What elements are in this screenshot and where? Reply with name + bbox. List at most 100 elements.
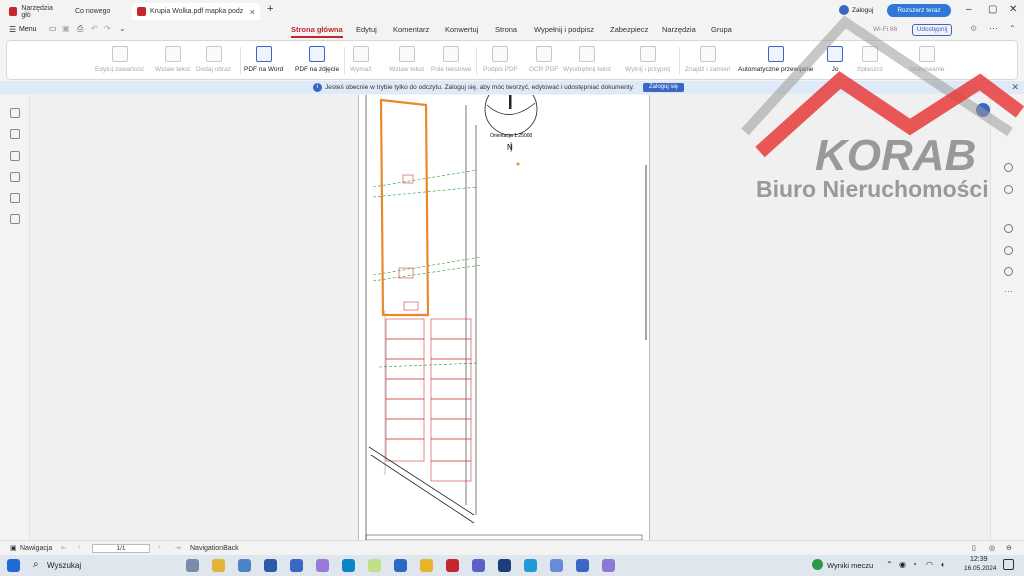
store-icon[interactable] xyxy=(264,559,277,572)
zoom-out-icon[interactable]: ⊖ xyxy=(1006,544,1012,552)
new-tab-icon[interactable]: + xyxy=(267,3,273,15)
flatten-button[interactable]: Spłaszcz xyxy=(857,46,883,73)
taskbar-search[interactable]: Wyszukaj xyxy=(47,561,81,570)
tray-chevron-icon[interactable]: ⌃ xyxy=(886,560,893,569)
tab-whats-new[interactable]: Co nowego xyxy=(70,3,130,20)
app-icon-2[interactable] xyxy=(238,559,251,572)
properties-icon[interactable] xyxy=(1004,185,1013,194)
extract-text-button[interactable]: Wyodrębnij tekst xyxy=(563,46,611,73)
erase-button[interactable]: Wymaż xyxy=(350,46,372,73)
last-page-icon[interactable]: ⇥ xyxy=(175,544,181,552)
settings-icon[interactable]: ⚙ xyxy=(970,24,977,33)
navigation-back[interactable]: NavigationBack xyxy=(190,545,239,552)
help-icon[interactable] xyxy=(1004,246,1013,255)
text-box-button[interactable]: Pole tekstowe xyxy=(431,46,471,73)
avatar[interactable] xyxy=(839,5,849,15)
tab-comment[interactable]: Komentarz xyxy=(393,25,429,34)
zoom-icon[interactable] xyxy=(1004,224,1013,233)
page-number-input[interactable]: 1/1 xyxy=(92,544,150,553)
skype-icon[interactable] xyxy=(524,559,537,572)
insert-text-2-button[interactable]: Wstaw tekst xyxy=(389,46,424,73)
app-icon-5[interactable] xyxy=(316,559,329,572)
network-icon[interactable]: ◔ xyxy=(912,560,917,569)
clock-date[interactable]: 16.05.2024 xyxy=(964,565,997,572)
weather-widget[interactable]: Wyniki meczu xyxy=(827,561,873,570)
more-icon[interactable]: ⋯ xyxy=(989,23,998,34)
login-link[interactable]: Zaloguj xyxy=(852,7,873,14)
tab-protect[interactable]: Zabezpiecz xyxy=(610,25,648,34)
hamburger-icon[interactable]: ☰ xyxy=(9,25,16,34)
close-window-icon[interactable]: ✕ xyxy=(1009,4,1017,15)
app-icon-12[interactable] xyxy=(498,559,511,572)
tab-group[interactable]: Grupa xyxy=(711,25,732,34)
redo-icon[interactable]: ↷ xyxy=(104,24,111,33)
app-icon-14[interactable] xyxy=(550,559,563,572)
chevron-down-icon[interactable]: ⌄ xyxy=(119,24,126,33)
weather-icon[interactable] xyxy=(812,559,823,570)
save-icon[interactable]: ▣ xyxy=(62,24,70,33)
undo-icon[interactable]: ↶ xyxy=(91,24,98,33)
first-page-icon[interactable]: ⇤ xyxy=(61,544,67,552)
pdf-app-icon[interactable] xyxy=(446,559,459,572)
page-view-icon[interactable]: ▯ xyxy=(972,544,976,552)
close-notice-icon[interactable]: ✕ xyxy=(1011,82,1019,93)
tab-tools-menu[interactable]: Narzędzia xyxy=(662,25,696,34)
notes-icon[interactable] xyxy=(368,559,381,572)
tab-tools[interactable]: Narzędzia głó xyxy=(4,3,66,20)
clock-time[interactable]: 12:39 xyxy=(970,556,988,563)
navigation-toggle[interactable]: Nawigacja xyxy=(20,545,52,552)
wifi-icon[interactable]: ◠ xyxy=(926,560,933,569)
attachment-icon[interactable] xyxy=(10,172,20,182)
tab-fill-sign[interactable]: Wypełnij i podpisz xyxy=(534,25,594,34)
read-mode-button[interactable]: Jo xyxy=(827,46,843,73)
signature-panel-icon[interactable] xyxy=(10,193,20,203)
close-tab-icon[interactable]: × xyxy=(250,7,255,17)
file-explorer-icon[interactable] xyxy=(212,559,225,572)
print-icon[interactable]: ⎙ xyxy=(77,24,83,34)
login-button[interactable]: Zaloguj się xyxy=(643,83,685,92)
thumbnails-icon[interactable] xyxy=(10,129,20,139)
next-page-icon[interactable]: › xyxy=(158,544,160,551)
upgrade-button[interactable]: Rozszerz teraz xyxy=(887,4,951,17)
edit-content-button[interactable]: Edytuj zawartość xyxy=(95,46,144,73)
volume-icon[interactable]: ◖ xyxy=(940,560,945,569)
insert-text-button[interactable]: Wstaw tekst xyxy=(155,46,190,73)
share-button[interactable]: Udostępnij xyxy=(912,24,952,36)
prev-page-icon[interactable]: ‹ xyxy=(78,544,80,551)
format-icon[interactable] xyxy=(1004,163,1013,172)
pdf-page[interactable]: Orientacja 1:25000 N xyxy=(358,82,650,541)
settings-panel-icon[interactable] xyxy=(1004,267,1013,276)
app-icon-15[interactable] xyxy=(576,559,589,572)
scan-button[interactable]: Skanowanie xyxy=(909,46,944,73)
open-file-icon[interactable]: ▭ xyxy=(49,24,57,33)
tab-convert[interactable]: Konwertuj xyxy=(445,25,478,34)
chrome-icon[interactable] xyxy=(420,559,433,572)
mail-icon[interactable] xyxy=(394,559,407,572)
notifications-icon[interactable] xyxy=(1003,559,1014,570)
auto-scroll-button[interactable]: Automatyczne przewijanie xyxy=(738,46,814,73)
pdf-to-image-button[interactable]: PDF na zdjęcie xyxy=(295,46,339,73)
layers-icon[interactable] xyxy=(10,214,20,224)
ocr-pdf-button[interactable]: OCR PDF xyxy=(529,46,558,73)
maximize-icon[interactable]: ▢ xyxy=(988,4,997,15)
menu-button[interactable]: Menu xyxy=(19,26,37,33)
tab-page[interactable]: Strona xyxy=(495,25,517,34)
app-icon-16[interactable] xyxy=(602,559,615,572)
app-icon-4[interactable] xyxy=(290,559,303,572)
fit-icon[interactable]: ◎ xyxy=(989,544,995,552)
add-image-button[interactable]: Dodaj obraz xyxy=(196,46,231,73)
teams-icon[interactable] xyxy=(472,559,485,572)
cut-pin-button[interactable]: Wytnij i przypnij xyxy=(625,46,670,73)
edge-icon[interactable] xyxy=(342,559,355,572)
windows-start-icon[interactable] xyxy=(7,559,20,572)
nav-panel-icon[interactable]: ▣ xyxy=(10,544,17,552)
search-icon[interactable]: ⌕ xyxy=(33,559,39,570)
find-replace-button[interactable]: Znajdź i zamień xyxy=(685,46,731,73)
bookmark-icon[interactable] xyxy=(10,108,20,118)
minimize-icon[interactable]: – xyxy=(966,4,972,15)
document-viewer[interactable]: Orientacja 1:25000 N xyxy=(31,82,990,541)
pdf-sign-button[interactable]: Podpis PDF xyxy=(483,46,518,73)
assistant-icon[interactable] xyxy=(976,103,990,117)
pdf-to-word-button[interactable]: PDF na Word xyxy=(244,46,283,73)
tab-document[interactable]: Krupia Wolka.pdf mapka podz × xyxy=(132,3,260,20)
